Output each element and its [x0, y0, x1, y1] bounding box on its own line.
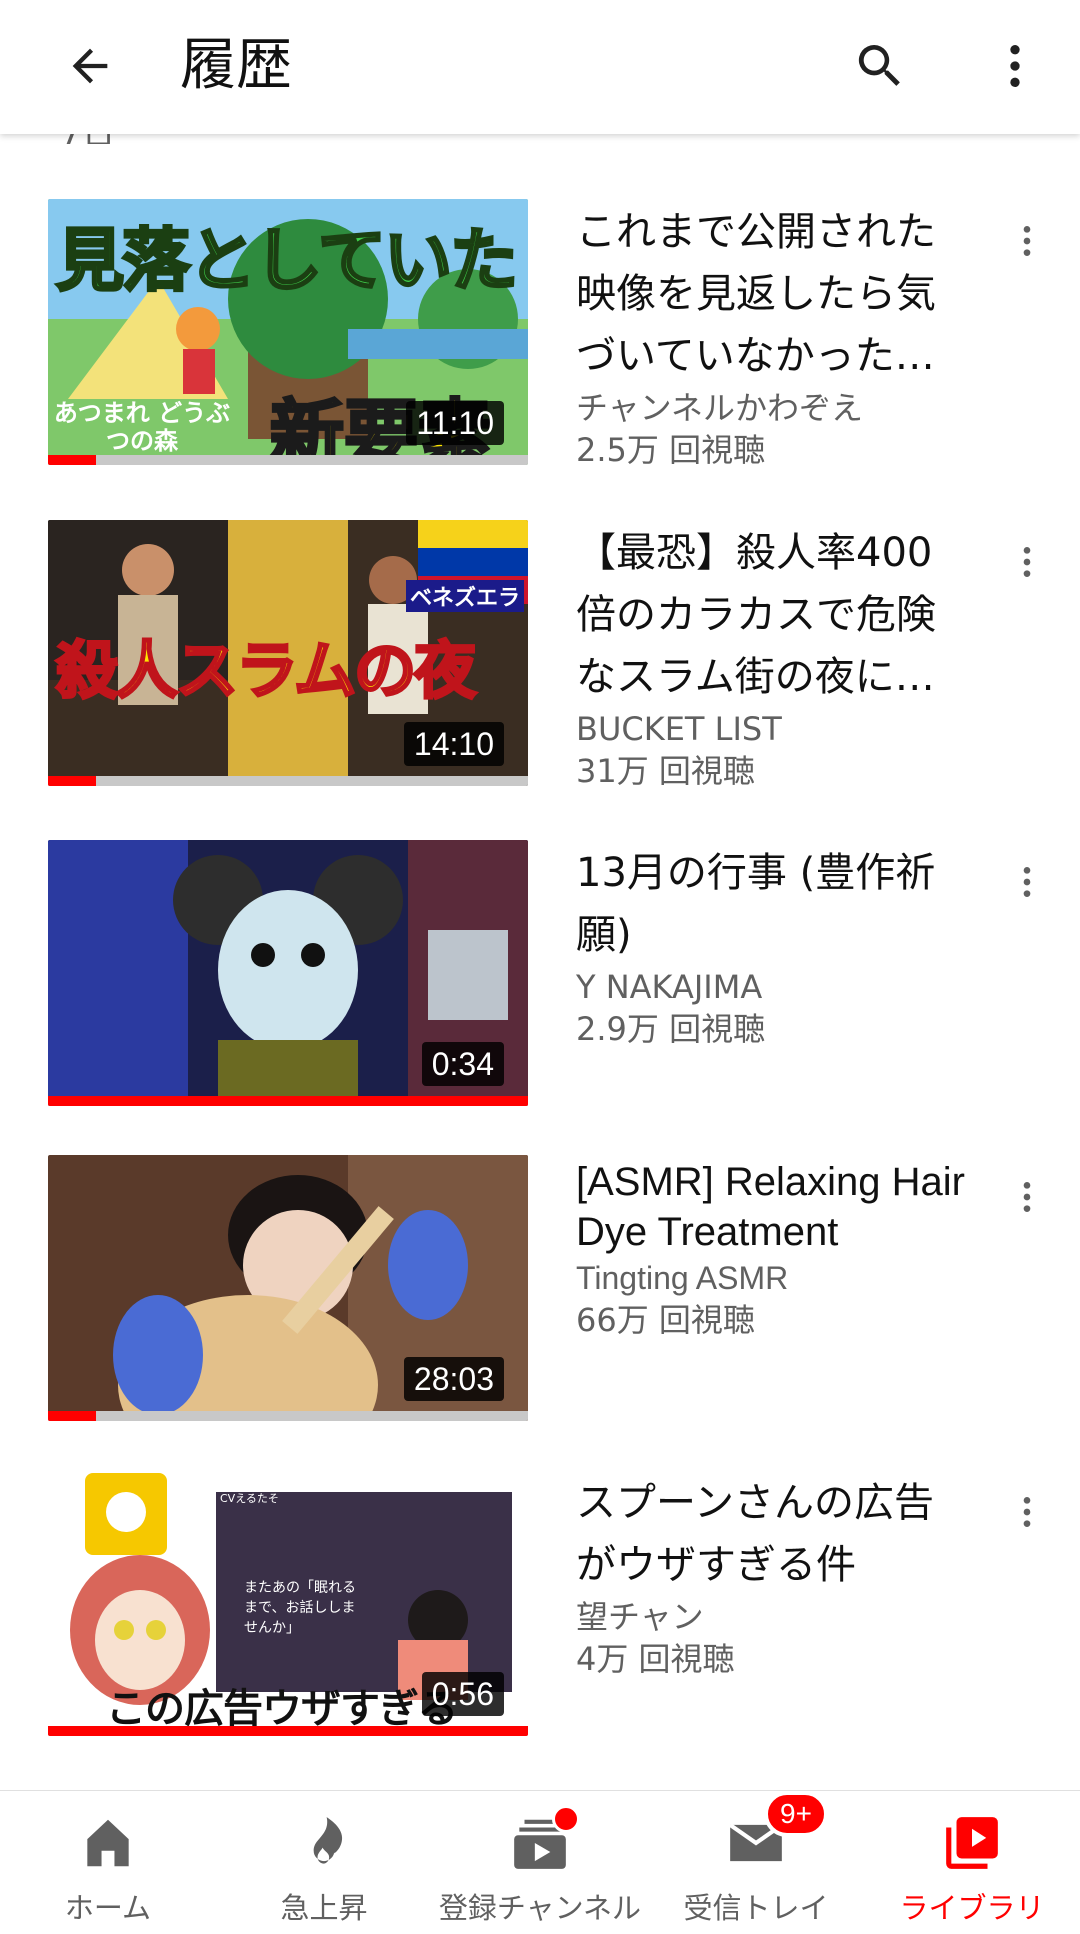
nav-tab-home[interactable]: ホーム	[20, 1791, 196, 1934]
duration-badge: 14:10	[403, 722, 504, 766]
thumbnail-headline: 見落としていた	[55, 221, 520, 303]
nav-tab-label: ライブラリ	[899, 1891, 1045, 1925]
top-app-bar: 履歴	[0, 0, 1080, 134]
library-icon	[946, 1817, 998, 1869]
bottom-navigation: ホーム 急上昇 登録チャンネル 9+ 受信トレイ ライブラリ	[0, 1790, 1080, 1934]
thumbnail-small-text: CVえるたそ	[220, 1492, 279, 1505]
item-menu-button[interactable]	[1000, 1482, 1054, 1542]
more-vert-icon	[1023, 1182, 1031, 1212]
item-menu-button[interactable]	[1000, 852, 1054, 912]
nav-tab-label: 受信トレイ	[683, 1891, 829, 1925]
item-menu-button[interactable]	[1000, 211, 1054, 271]
watch-progress-bar	[48, 1411, 96, 1421]
channel-name: チャンネルかわぞえ	[576, 389, 864, 427]
nav-tab-trending[interactable]: 急上昇	[236, 1791, 412, 1934]
nav-tab-library[interactable]: ライブラリ	[884, 1791, 1060, 1934]
duration-badge: 0:56	[421, 1672, 504, 1716]
video-title[interactable]: 【最恐】殺人率400倍のカラカスで危険なスラム街の夜に…	[576, 522, 966, 708]
flame-icon	[313, 1817, 343, 1864]
search-icon	[858, 45, 900, 86]
channel-name: Tingting ASMR	[576, 1260, 789, 1296]
nav-tab-label: ホーム	[64, 1891, 152, 1925]
video-thumbnail[interactable]: 28:03	[48, 1155, 528, 1421]
duration-badge: 11:10	[406, 401, 504, 445]
view-count: 4万 回視聴	[576, 1640, 735, 1678]
view-count: 2.9万 回視聴	[576, 1010, 766, 1048]
thumbnail-logo-text: あつまれ どうぶつの森	[53, 399, 231, 455]
more-vert-icon	[1023, 867, 1031, 897]
search-button[interactable]	[840, 26, 920, 106]
more-vert-icon	[1023, 547, 1031, 577]
view-count: 66万 回視聴	[576, 1301, 755, 1339]
more-vert-icon	[1023, 1497, 1031, 1527]
more-vert-icon	[1010, 45, 1020, 87]
video-thumbnail[interactable]: 0:34	[48, 840, 528, 1106]
watch-progress-bar	[48, 455, 96, 465]
watch-progress-bar	[48, 1096, 528, 1106]
nav-tab-inbox[interactable]: 9+ 受信トレイ	[668, 1791, 844, 1934]
more-vert-icon	[1023, 226, 1031, 256]
new-content-dot	[552, 1805, 580, 1833]
thumbnail-headline: 殺人スラムの夜	[54, 633, 477, 709]
page-title: 履歴	[180, 33, 292, 98]
nav-tab-label: 急上昇	[280, 1891, 368, 1925]
video-title[interactable]: これまで公開された映像を見返したら気づいていなかった…	[576, 201, 966, 387]
arrow-back-icon	[72, 48, 108, 84]
video-thumbnail[interactable]: CVえるたそ またあの「眠れるまで、お話ししませんか」 この広告ウザすぎる 0:…	[48, 1470, 528, 1736]
channel-name: Y NAKAJIMA	[576, 968, 763, 1006]
thumbnail-tag: ベネズエラ	[405, 580, 524, 612]
item-menu-button[interactable]	[1000, 532, 1054, 592]
back-button[interactable]	[50, 26, 130, 106]
nav-tab-subscriptions[interactable]: 登録チャンネル	[430, 1791, 650, 1934]
video-thumbnail[interactable]: 見落としていた 新要素 あつまれ どうぶつの森 11:10	[48, 199, 528, 465]
view-count: 2.5万 回視聴	[576, 431, 766, 469]
nav-tab-label: 登録チャンネル	[438, 1891, 642, 1925]
notification-badge: 9+	[764, 1791, 828, 1837]
channel-name: 望チャン	[576, 1598, 704, 1636]
video-title[interactable]: [ASMR] Relaxing Hair Dye Treatment	[576, 1157, 966, 1257]
channel-name: BUCKET LIST	[576, 710, 782, 748]
video-title[interactable]: 13月の行事 (豊作祈願)	[576, 842, 966, 966]
thumbnail-caption: またあの「眠れるまで、お話ししませんか」	[244, 1580, 356, 1636]
item-menu-button[interactable]	[1000, 1167, 1054, 1227]
watch-progress-bar	[48, 1726, 528, 1736]
video-title[interactable]: スプーンさんの広告がウザすぎる件	[576, 1472, 966, 1596]
more-options-button[interactable]	[975, 26, 1055, 106]
duration-badge: 0:34	[421, 1042, 504, 1086]
duration-badge: 28:03	[403, 1357, 504, 1401]
video-thumbnail[interactable]: ベネズエラ 殺人スラムの夜 14:10	[48, 520, 528, 786]
view-count: 31万 回視聴	[576, 752, 755, 790]
watch-progress-bar	[48, 776, 96, 786]
home-icon	[87, 1819, 129, 1867]
